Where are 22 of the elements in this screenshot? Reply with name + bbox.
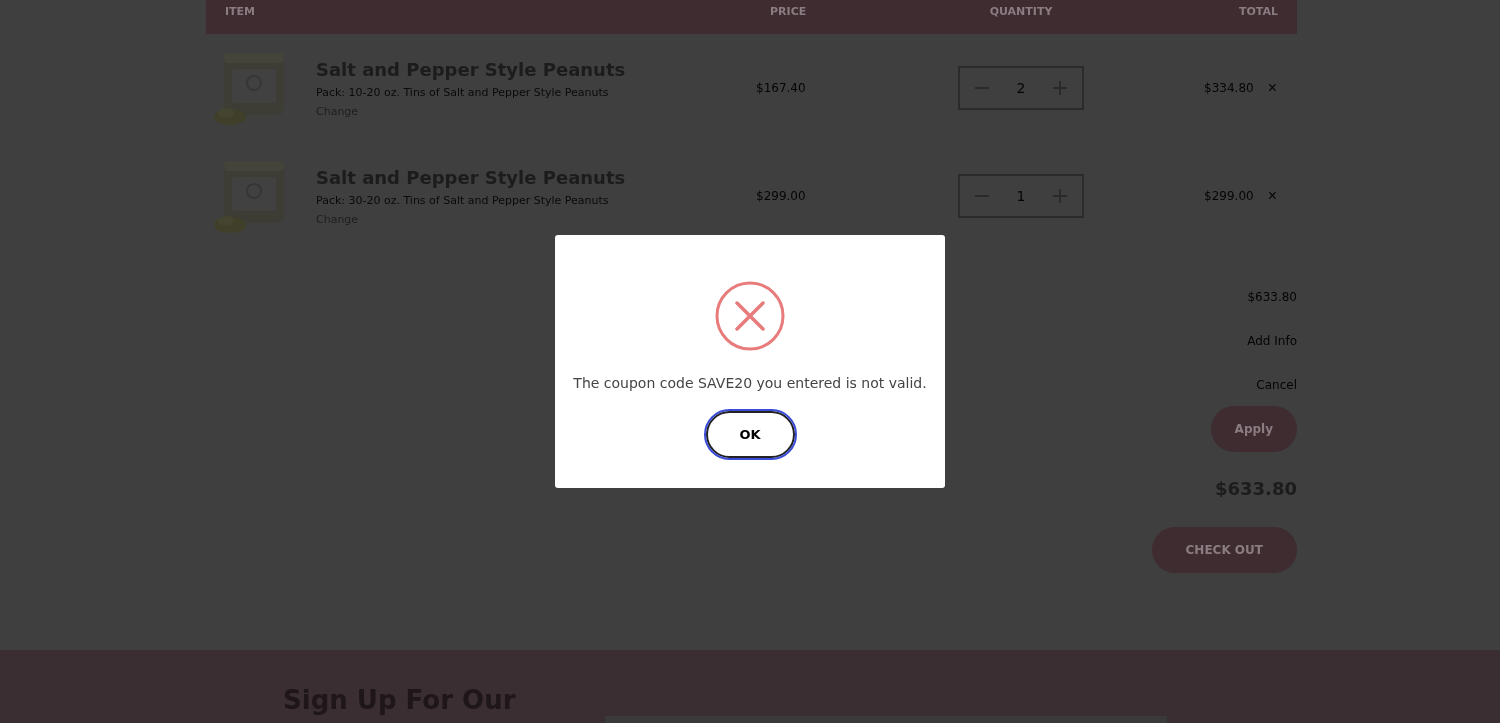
apply-button[interactable]: Apply bbox=[1210, 406, 1297, 452]
dialog-message: The coupon code SAVE20 you entered is not valid. bbox=[573, 375, 927, 391]
quantity-stepper[interactable]: 2 bbox=[958, 66, 1084, 110]
quantity-value: 1 bbox=[1016, 188, 1026, 204]
quantity-value: 2 bbox=[1016, 80, 1026, 96]
column-header: QUANTITY bbox=[988, 4, 1054, 18]
price: $299.00 bbox=[755, 189, 807, 203]
checkout-button[interactable]: CHECK OUT bbox=[1151, 527, 1297, 573]
column-header: PRICE bbox=[769, 4, 808, 18]
add-info-link[interactable]: Add Info bbox=[1247, 334, 1297, 348]
quantity-stepper[interactable]: 1 bbox=[958, 174, 1084, 218]
remove-button[interactable]: × bbox=[1267, 187, 1277, 205]
column-header: TOTAL bbox=[1237, 4, 1279, 18]
subtotal: $633.80 bbox=[1247, 290, 1297, 304]
cancel-link[interactable]: Cancel bbox=[1256, 378, 1297, 392]
column-header: ITEM bbox=[224, 4, 257, 18]
ok-button[interactable]: OK bbox=[705, 411, 795, 458]
error-icon bbox=[715, 281, 785, 351]
line-total: $334.80 bbox=[1204, 81, 1254, 95]
line-total: $299.00 bbox=[1204, 189, 1254, 203]
price: $167.40 bbox=[755, 81, 807, 95]
remove-button[interactable]: × bbox=[1267, 79, 1277, 97]
